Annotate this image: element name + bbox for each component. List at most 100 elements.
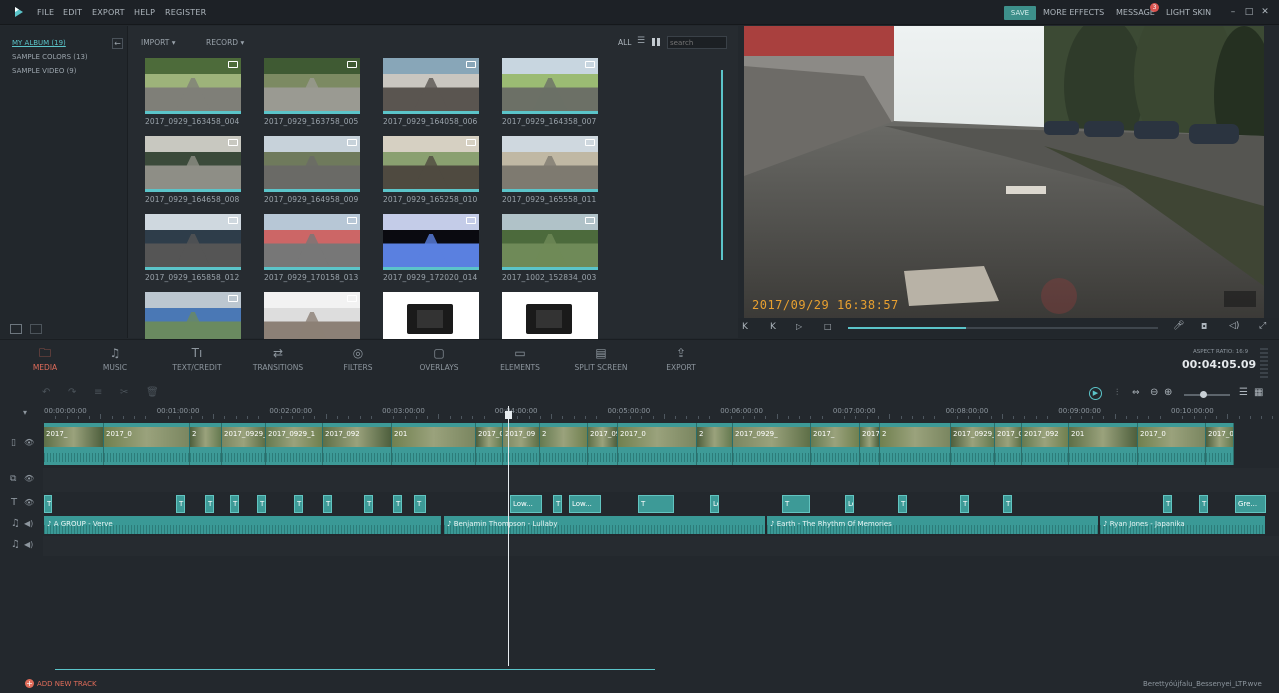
volume-icon[interactable]: ◁) xyxy=(1229,321,1239,331)
text-clip[interactable]: Gre... xyxy=(1235,495,1266,513)
menu-register[interactable]: REGISTER xyxy=(165,8,206,17)
text-clip[interactable]: Low... xyxy=(510,495,542,513)
list-view-icon[interactable]: ☰ xyxy=(637,37,646,46)
video-clip[interactable]: 2017_0929_1 xyxy=(995,423,1022,465)
text-clip[interactable]: T xyxy=(257,495,266,513)
video-clip[interactable]: 2017_0 xyxy=(860,423,880,465)
grid-layout-icon[interactable]: ▦ xyxy=(1254,387,1263,398)
add-new-track-button[interactable]: ADD NEW TRACK xyxy=(37,680,97,688)
menu-export[interactable]: EXPORT xyxy=(92,8,125,17)
speaker-icon[interactable]: ◀) xyxy=(24,519,33,528)
undo-icon[interactable]: ↶ xyxy=(42,387,50,398)
tool-elements[interactable]: ▭ ELEMENTS xyxy=(480,346,560,372)
adjust-icon[interactable]: ≡ xyxy=(94,387,102,398)
tool-music[interactable]: ♫ MUSIC xyxy=(75,346,155,372)
menu-help[interactable]: HELP xyxy=(134,8,155,17)
media-thumbnail[interactable] xyxy=(383,136,479,192)
text-clip[interactable]: T xyxy=(1003,495,1012,513)
media-thumbnail[interactable] xyxy=(264,58,360,114)
video-clip[interactable]: 2 xyxy=(880,423,951,465)
album-item-my-album[interactable]: MY ALBUM (19) xyxy=(12,39,66,47)
audio-clip[interactable]: ♪ A GROUP - Verve xyxy=(44,516,441,534)
media-thumbnail[interactable] xyxy=(383,58,479,114)
text-clip[interactable]: T xyxy=(1199,495,1208,513)
visibility-icon[interactable]: 👁︎ xyxy=(24,438,34,447)
tool-split-screen[interactable]: ▤ SPLIT SCREEN xyxy=(561,346,641,372)
add-folder-icon[interactable] xyxy=(10,324,22,334)
text-clip[interactable]: T xyxy=(553,495,562,513)
message-link[interactable]: MESSAGE xyxy=(1116,8,1155,17)
text-clip[interactable]: T xyxy=(393,495,402,513)
snapshot-icon[interactable]: ◘ xyxy=(1201,322,1207,331)
preview-progress-track[interactable] xyxy=(848,327,1158,329)
tool-media[interactable]: 🗀︎ MEDIA xyxy=(5,346,85,372)
album-item-sample-colors[interactable]: SAMPLE COLORS (13) xyxy=(12,53,88,61)
next-frame-icon[interactable]: K xyxy=(770,322,776,332)
text-clip[interactable]: Low... xyxy=(569,495,601,513)
speaker-icon[interactable]: ◀) xyxy=(24,540,33,549)
text-clip[interactable]: T xyxy=(230,495,239,513)
text-clip[interactable]: T xyxy=(44,495,52,513)
video-clip[interactable]: 2017_0929_1 xyxy=(266,423,323,465)
video-clip[interactable]: 2017_09 xyxy=(1206,423,1234,465)
video-clip[interactable]: 2017_0929_ xyxy=(222,423,266,465)
text-clip[interactable]: T xyxy=(323,495,332,513)
video-clip[interactable]: 2017_092 xyxy=(323,423,392,465)
text-clip[interactable]: T xyxy=(638,495,674,513)
tool-export[interactable]: ⇪ EXPORT xyxy=(641,346,721,372)
video-clip[interactable]: 2017_ xyxy=(811,423,860,465)
media-thumbnail[interactable] xyxy=(502,58,598,114)
menu-edit[interactable]: EDIT xyxy=(63,8,82,17)
media-thumbnail[interactable] xyxy=(145,214,241,270)
tool-overlays[interactable]: ▢ OVERLAYS xyxy=(399,346,479,372)
collapse-panel-icon[interactable]: ← xyxy=(112,38,123,49)
video-clip[interactable]: 2017_0929_16 xyxy=(588,423,618,465)
tool-text-credit[interactable]: Tı TEXT/CREDIT xyxy=(157,346,237,372)
text-clip[interactable]: Lo... xyxy=(845,495,854,513)
video-clip[interactable]: 2017_0 xyxy=(104,423,190,465)
cut-icon[interactable]: ✂ xyxy=(120,387,128,398)
text-clip[interactable]: T xyxy=(176,495,185,513)
playhead-handle[interactable] xyxy=(505,411,512,419)
video-clip[interactable]: 201 xyxy=(392,423,476,465)
text-clip[interactable]: T xyxy=(960,495,969,513)
record-dropdown[interactable]: RECORD ▾ xyxy=(206,38,244,47)
text-clip[interactable]: T xyxy=(782,495,810,513)
delete-icon[interactable]: 🗑︎ xyxy=(146,387,159,398)
audio-mixer-icon[interactable]: ⫶ xyxy=(1116,388,1118,398)
maximize-icon[interactable]: □ xyxy=(1243,6,1255,18)
zoom-in-icon[interactable]: ⊕ xyxy=(1164,387,1172,398)
audio-clip[interactable]: ♪ Ryan Jones - Japanika xyxy=(1100,516,1265,534)
render-preview-icon[interactable]: ▶ xyxy=(1089,387,1102,400)
play-icon[interactable]: ▷ xyxy=(796,322,802,331)
stop-icon[interactable]: □ xyxy=(824,322,832,331)
media-thumbnail[interactable] xyxy=(502,214,598,270)
text-clip[interactable]: T xyxy=(1163,495,1172,513)
audio-clip[interactable]: ♪ Earth - The Rhythm Of Memories xyxy=(767,516,1098,534)
text-clip[interactable]: T xyxy=(294,495,303,513)
video-clip[interactable]: 2017_092 xyxy=(1022,423,1069,465)
visibility-icon[interactable]: 👁︎ xyxy=(24,498,34,507)
text-clip[interactable]: Lowe... xyxy=(710,495,719,513)
visibility-icon[interactable]: 👁︎ xyxy=(24,474,34,483)
panel-resize-handle[interactable] xyxy=(1260,346,1268,378)
tool-transitions[interactable]: ⇄ TRANSITIONS xyxy=(238,346,318,372)
tool-filters[interactable]: ◎ FILTERS xyxy=(318,346,398,372)
close-icon[interactable]: ✕ xyxy=(1259,6,1271,18)
text-clip[interactable]: T xyxy=(414,495,426,513)
text-clip[interactable]: T xyxy=(364,495,373,513)
more-effects-link[interactable]: MORE EFFECTS xyxy=(1043,8,1104,17)
video-clip[interactable]: 2017_ xyxy=(44,423,104,465)
microphone-icon[interactable]: 🎤︎ xyxy=(1173,321,1184,331)
fit-timeline-icon[interactable]: ⇔ xyxy=(1132,388,1140,398)
audio-clip[interactable]: ♪ Benjamin Thompson - Lullaby xyxy=(444,516,765,534)
zoom-out-icon[interactable]: ⊖ xyxy=(1150,387,1158,398)
minimize-icon[interactable]: – xyxy=(1227,6,1239,18)
text-clip[interactable]: T xyxy=(205,495,214,513)
search-input[interactable] xyxy=(667,36,727,49)
playhead[interactable] xyxy=(508,406,509,666)
media-thumbnail[interactable] xyxy=(145,58,241,114)
text-clip[interactable]: T xyxy=(898,495,907,513)
zoom-slider-thumb[interactable] xyxy=(1200,391,1207,398)
media-thumbnail[interactable] xyxy=(264,136,360,192)
